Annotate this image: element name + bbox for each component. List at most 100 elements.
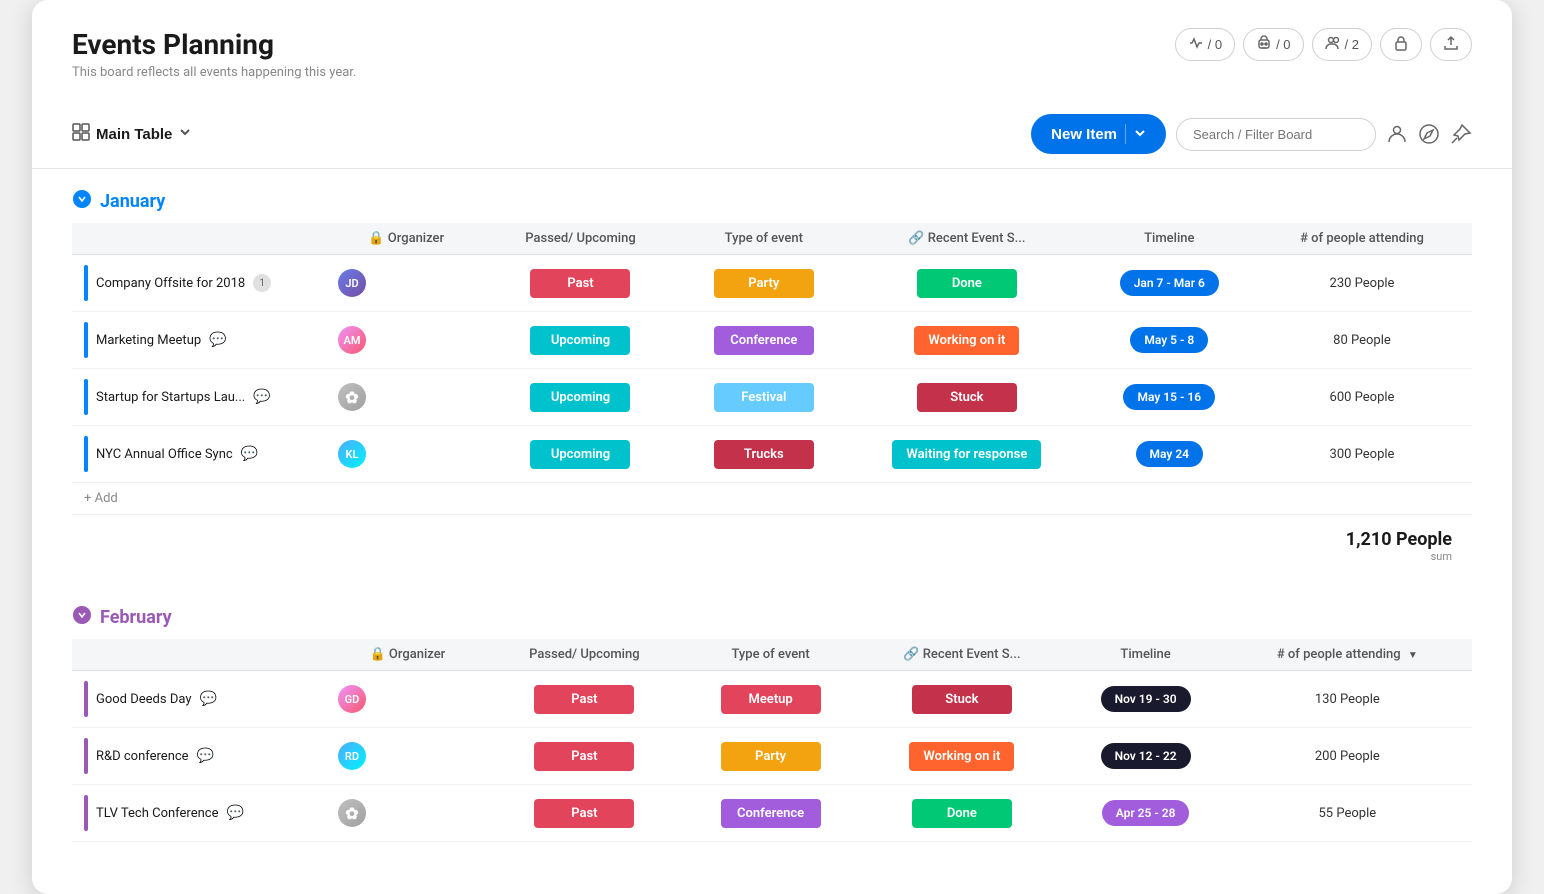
item-name: Marketing Meetup (96, 333, 201, 348)
new-item-label: New Item (1051, 126, 1117, 143)
btn-divider (1125, 124, 1126, 144)
activity-btn[interactable]: / 0 (1175, 28, 1235, 61)
february-table: 🔒 Organizer Passed/ Upcoming Type of eve… (72, 639, 1472, 842)
header: Events Planning This board reflects all … (32, 0, 1512, 169)
timeline-badge: May 5 - 8 (1130, 327, 1208, 353)
recent-cell[interactable]: Stuck (847, 369, 1086, 426)
comment-icon[interactable]: 💬 (197, 748, 214, 764)
organizer-cell: JD (332, 255, 480, 312)
type-cell[interactable]: Party (681, 255, 848, 312)
timeline-badge: Jan 7 - Mar 6 (1120, 270, 1219, 296)
item-cell: R&D conference 💬 (72, 728, 332, 784)
people-btn[interactable]: / 2 (1312, 28, 1372, 61)
col-type: Type of event (681, 223, 848, 255)
avatar: RD (338, 742, 366, 770)
item-cell: TLV Tech Conference 💬 (72, 785, 332, 841)
table-row: Marketing Meetup 💬 AM Upcoming (72, 312, 1472, 369)
comment-icon[interactable]: 💬 (253, 389, 270, 405)
group-bar (84, 738, 88, 774)
content: January 🔒 Organizer Passed/ Upcoming Typ… (32, 169, 1512, 894)
new-item-button[interactable]: New Item (1031, 114, 1166, 154)
people-cell: 300 People (1252, 426, 1472, 483)
recent-badge: Waiting for response (892, 440, 1041, 469)
search-input[interactable] (1176, 118, 1376, 151)
activity-count: / 0 (1208, 37, 1222, 52)
board-title: Events Planning (72, 28, 356, 61)
passed-cell[interactable]: Past (483, 728, 686, 785)
people-icon (1325, 35, 1341, 54)
compass-icon[interactable] (1418, 123, 1440, 145)
comment-icon[interactable]: 💬 (226, 805, 243, 821)
passed-cell[interactable]: Past (483, 785, 686, 842)
main-table-button[interactable]: Main Table (96, 125, 192, 143)
recent-badge: Stuck (912, 685, 1012, 714)
type-cell[interactable]: Trucks (681, 426, 848, 483)
people-cell: 600 People (1252, 369, 1472, 426)
robot-btn[interactable]: / 0 (1243, 28, 1303, 61)
type-cell[interactable]: Meetup (686, 671, 855, 728)
recent-link-icon: 🔗 (908, 231, 924, 246)
february-table-wrap: 🔒 Organizer Passed/ Upcoming Type of eve… (72, 639, 1472, 842)
group-january: January 🔒 Organizer Passed/ Upcoming Typ… (72, 189, 1472, 573)
table-row: Company Offsite for 2018 1 JD Pas (72, 255, 1472, 312)
recent-cell[interactable]: Waiting for response (847, 426, 1086, 483)
timeline-badge: Apr 25 - 28 (1102, 800, 1190, 826)
passed-cell[interactable]: Past (483, 671, 686, 728)
export-btn[interactable] (1430, 28, 1472, 61)
item-name: TLV Tech Conference (96, 806, 218, 821)
recent-cell[interactable]: Working on it (847, 312, 1086, 369)
comment-icon[interactable]: 💬 (199, 691, 216, 707)
avatar: JD (338, 269, 366, 297)
people-cell: 230 People (1252, 255, 1472, 312)
item-name: Company Offsite for 2018 (96, 276, 245, 291)
type-cell[interactable]: Party (686, 728, 855, 785)
recent-cell[interactable]: Working on it (855, 728, 1068, 785)
lock-btn[interactable] (1380, 28, 1422, 61)
group-bar (84, 379, 88, 415)
people-count: / 2 (1345, 37, 1359, 52)
person-icon[interactable] (1386, 123, 1408, 145)
recent-cell[interactable]: Done (847, 255, 1086, 312)
table-row: R&D conference 💬 RD Past P (72, 728, 1472, 785)
toolbar: Main Table New Item (72, 100, 1472, 168)
timeline-cell: Nov 19 - 30 (1069, 671, 1223, 728)
status-badge: Past (534, 742, 634, 771)
passed-cell[interactable]: Past (480, 255, 680, 312)
pin-icon[interactable] (1450, 123, 1472, 145)
timeline-cell: Jan 7 - Mar 6 (1087, 255, 1252, 312)
item-cell: Good Deeds Day 💬 (72, 671, 332, 727)
add-row[interactable]: + Add (72, 483, 1472, 515)
group-january-arrow[interactable] (72, 189, 92, 213)
organizer-cell: KL (332, 426, 480, 483)
type-badge: Festival (714, 383, 814, 412)
type-cell[interactable]: Conference (686, 785, 855, 842)
comment-icon[interactable]: 💬 (241, 446, 258, 462)
organizer-cell: ✿ (332, 785, 483, 842)
item-cell: Startup for Startups Lau... 💬 (72, 369, 332, 425)
passed-cell[interactable]: Upcoming (480, 369, 680, 426)
export-icon (1443, 35, 1459, 54)
robot-count: / 0 (1276, 37, 1290, 52)
timeline-cell: May 24 (1087, 426, 1252, 483)
recent-cell[interactable]: Done (855, 785, 1068, 842)
sum-value: 1,210 People (1346, 529, 1452, 550)
status-badge: Past (534, 799, 634, 828)
item-name: Startup for Startups Lau... (96, 390, 245, 405)
type-cell[interactable]: Conference (681, 312, 848, 369)
item-cell: NYC Annual Office Sync 💬 (72, 426, 332, 482)
add-row-label[interactable]: + Add (72, 483, 1472, 514)
type-cell[interactable]: Festival (681, 369, 848, 426)
sort-icon: ▼ (1408, 650, 1418, 661)
timeline-cell: May 5 - 8 (1087, 312, 1252, 369)
passed-cell[interactable]: Upcoming (480, 312, 680, 369)
recent-badge: Working on it (909, 742, 1014, 771)
timeline-badge: Nov 19 - 30 (1101, 686, 1191, 712)
group-bar (84, 436, 88, 472)
recent-cell[interactable]: Stuck (855, 671, 1068, 728)
col-item-name-feb (72, 639, 332, 671)
col-people: # of people attending (1252, 223, 1472, 255)
passed-cell[interactable]: Upcoming (480, 426, 680, 483)
group-february-arrow[interactable] (72, 605, 92, 629)
comment-icon[interactable]: 💬 (209, 332, 226, 348)
header-top: Events Planning This board reflects all … (72, 28, 1472, 80)
